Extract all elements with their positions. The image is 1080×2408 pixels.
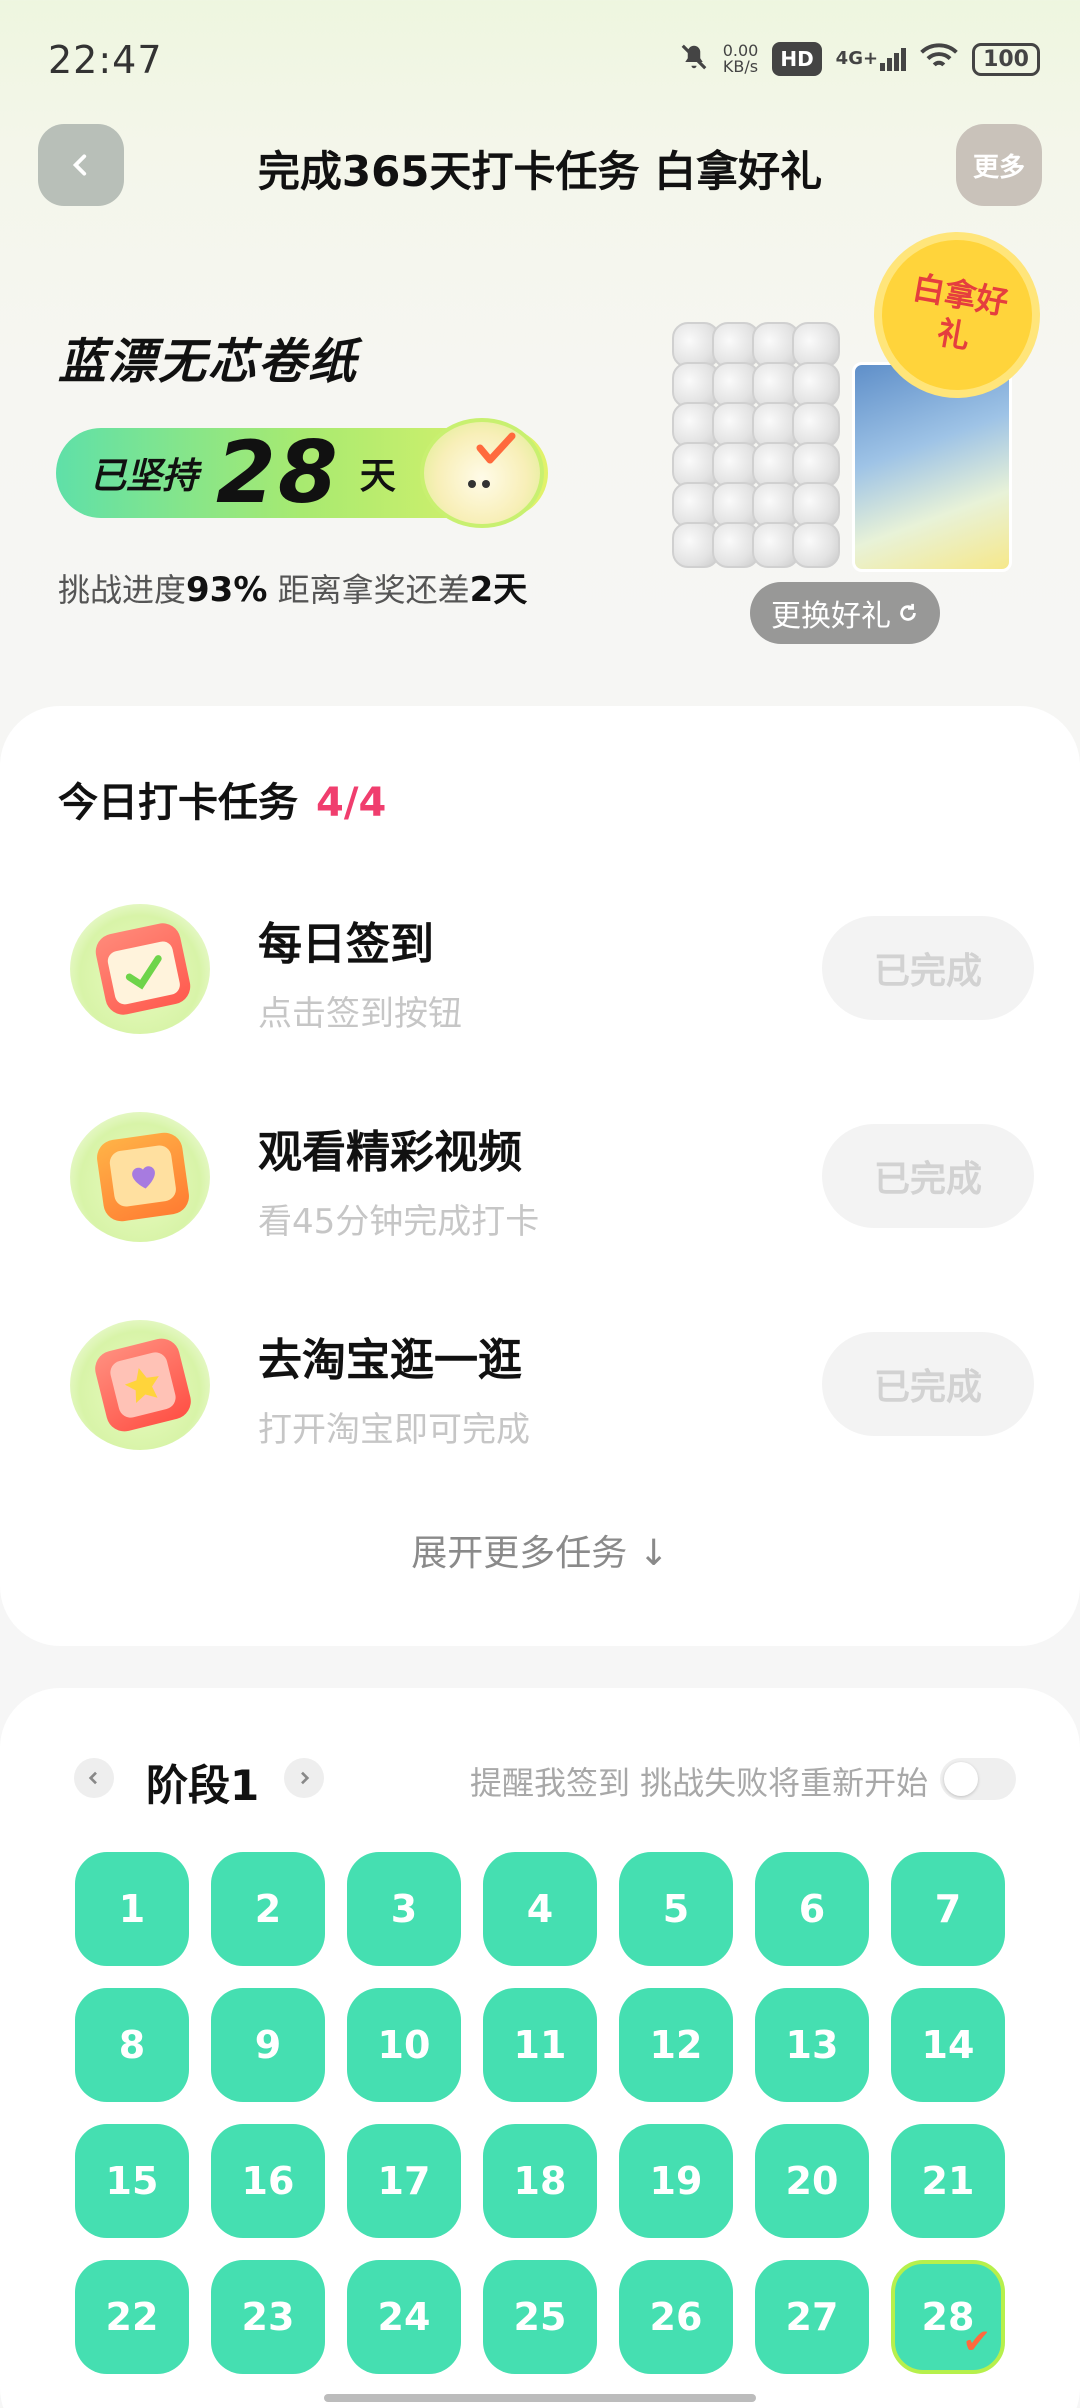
tissue-pack <box>852 362 1012 572</box>
day-cell[interactable]: 24 <box>347 2260 461 2374</box>
day-cell[interactable]: 11 <box>483 1988 597 2102</box>
page-title: 完成365天打卡任务 白拿好礼 <box>257 147 823 196</box>
day-grid: 1 2 3 4 5 6 7 8 9 10 11 12 13 14 15 16 1… <box>75 1852 1005 2374</box>
calendar-check-icon <box>70 904 210 1034</box>
net-speed: 0.00 KB/s <box>722 41 759 76</box>
streak-prefix: 已坚持 <box>90 456 199 497</box>
day-cell[interactable]: 25 <box>483 2260 597 2374</box>
streak-suffix: 天 <box>359 456 396 497</box>
day-cell[interactable]: 1 <box>75 1852 189 1966</box>
task-desc: 点击签到按钮 <box>258 994 462 1034</box>
day-cell[interactable]: 10 <box>347 1988 461 2102</box>
taobao-star-icon <box>70 1320 210 1450</box>
day-cell[interactable]: 23 <box>211 2260 325 2374</box>
chevron-right-icon <box>301 1771 310 1785</box>
hd-badge: HD <box>772 42 822 76</box>
day-cell[interactable]: 17 <box>347 2124 461 2238</box>
remind-toggle[interactable] <box>940 1758 1016 1800</box>
mute-bell-icon <box>679 42 709 76</box>
day-cell-today[interactable]: 28 ✔ <box>891 2260 1005 2374</box>
task-done-button[interactable]: 已完成 <box>822 1332 1034 1436</box>
day-cell[interactable]: 8 <box>75 1988 189 2102</box>
day-cell[interactable]: 18 <box>483 2124 597 2238</box>
day-cell[interactable]: 5 <box>619 1852 733 1966</box>
next-stage-button[interactable] <box>284 1758 324 1798</box>
day-cell[interactable]: 3 <box>347 1852 461 1966</box>
day-cell[interactable]: 2 <box>211 1852 325 1966</box>
chevron-left-icon <box>88 1771 97 1785</box>
task-desc: 打开淘宝即可完成 <box>258 1410 530 1450</box>
challenge-progress: 挑战进度93% 距离拿奖还差2天 <box>58 570 528 610</box>
task-desc: 看45分钟完成打卡 <box>258 1202 540 1242</box>
day-cell[interactable]: 15 <box>75 2124 189 2238</box>
day-cell[interactable]: 27 <box>755 2260 869 2374</box>
day-cell[interactable]: 19 <box>619 2124 733 2238</box>
day-cell[interactable]: 21 <box>891 2124 1005 2238</box>
product-name: 蓝漂无芯卷纸 <box>58 334 359 390</box>
remind-label: 提醒我签到 挑战失败将重新开始 <box>470 1764 929 1802</box>
signal-icon: 4G+ <box>836 47 907 71</box>
task-done-button[interactable]: 已完成 <box>822 1124 1034 1228</box>
wifi-icon <box>920 42 958 76</box>
day-cell[interactable]: 22 <box>75 2260 189 2374</box>
day-cell[interactable]: 6 <box>755 1852 869 1966</box>
product-image: 白拿好礼 <box>672 228 1044 592</box>
day-cell[interactable]: 14 <box>891 1988 1005 2102</box>
expand-more-tasks[interactable]: 展开更多任务 ↓ <box>0 1524 1080 1576</box>
streak-days: 28 <box>216 423 340 523</box>
task-name: 去淘宝逛一逛 <box>258 1335 522 1386</box>
video-heart-icon <box>70 1112 210 1242</box>
change-gift-button[interactable]: 更换好礼 <box>750 582 940 644</box>
tasks-title: 今日打卡任务 4/4 <box>58 780 387 826</box>
stage-label: 阶段1 <box>146 1761 260 1810</box>
day-cell[interactable]: 12 <box>619 1988 733 2102</box>
more-button[interactable]: 更多 <box>956 124 1042 206</box>
tasks-count: 4/4 <box>316 780 387 826</box>
battery-indicator: 100 <box>972 42 1040 76</box>
day-cell[interactable]: 9 <box>211 1988 325 2102</box>
task-name: 每日签到 <box>258 919 434 970</box>
status-time: 22:47 <box>48 38 163 82</box>
task-done-button[interactable]: 已完成 <box>822 916 1034 1020</box>
checkmark-icon: ✔ <box>962 2322 992 2362</box>
task-name: 观看精彩视频 <box>258 1127 522 1178</box>
mascot-icon <box>420 418 544 528</box>
day-cell[interactable]: 26 <box>619 2260 733 2374</box>
day-cell[interactable]: 4 <box>483 1852 597 1966</box>
refresh-icon <box>900 603 916 621</box>
day-cell[interactable]: 16 <box>211 2124 325 2238</box>
day-cell[interactable]: 20 <box>755 2124 869 2238</box>
home-indicator <box>324 2394 756 2402</box>
prev-stage-button[interactable] <box>74 1758 114 1798</box>
day-cell[interactable]: 13 <box>755 1988 869 2102</box>
status-icons: 0.00 KB/s HD 4G+ 100 <box>679 42 1040 76</box>
day-cell[interactable]: 7 <box>891 1852 1005 1966</box>
status-bar: 22:47 0.00 KB/s HD 4G+ 100 <box>0 0 1080 120</box>
